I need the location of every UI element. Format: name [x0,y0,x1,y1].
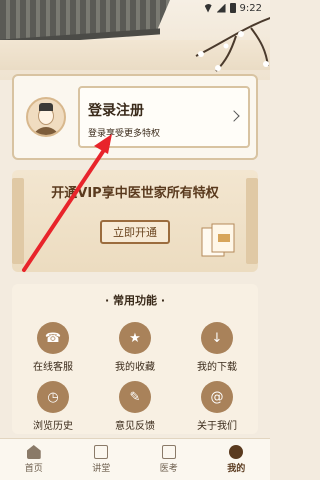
nav-label: 我的 [227,464,246,474]
function-label: 意见反馈 [115,421,155,432]
vip-open-button[interactable]: 立即开通 [100,220,170,244]
status-time: 9:22 [239,2,262,14]
chevron-right-icon [228,110,240,122]
signal-icon [216,3,226,13]
login-register-button[interactable]: 登录注册 登录享受更多特权 [78,86,250,148]
plum-branch-icon [195,17,270,72]
exam-icon [161,445,176,459]
home-icon [26,445,41,459]
bottom-nav: 首页 讲堂 医考 我的 [0,438,270,480]
function-online-service[interactable]: ☎ 在线客服 [12,322,94,373]
download-icon: ↓ [201,322,233,354]
common-functions-card: · 常用功能 · ☎ 在线客服 ★ 我的收藏 ↓ 我的下载 ◷ 浏览历史 ✎ 意… [12,284,258,434]
function-about-us[interactable]: @ 关于我们 [176,381,258,432]
function-label: 浏览历史 [33,421,73,432]
login-subtitle: 登录享受更多特权 [88,129,161,139]
nav-item-profile[interactable]: 我的 [227,445,245,474]
function-my-favorites[interactable]: ★ 我的收藏 [94,322,176,373]
profile-icon [229,445,244,459]
nav-label: 首页 [24,464,43,474]
function-label: 我的下载 [197,362,237,373]
status-bar: 9:22 [0,0,270,16]
vip-title: 开通VIP享中医世家所有特权 [51,186,219,201]
feedback-icon: ✎ [119,381,151,413]
nav-item-exam[interactable]: 医考 [160,445,178,474]
function-label: 我的收藏 [115,362,155,373]
vip-book-icon [201,223,235,257]
star-icon: ★ [119,322,151,354]
hall-icon [94,445,109,459]
function-label: 关于我们 [197,421,237,432]
function-feedback[interactable]: ✎ 意见反馈 [94,381,176,432]
login-card[interactable]: 登录注册 登录享受更多特权 [12,74,258,160]
function-history[interactable]: ◷ 浏览历史 [12,381,94,432]
avatar[interactable] [26,97,66,137]
info-icon: @ [201,381,233,413]
clock-icon: ◷ [37,381,69,413]
login-title: 登录注册 [88,103,144,119]
avatar-hat [39,103,53,111]
vip-banner[interactable]: 开通VIP享中医世家所有特权 立即开通 [12,170,258,272]
common-functions-title: · 常用功能 · [104,294,166,307]
headset-icon: ☎ [37,322,69,354]
battery-icon [229,3,236,13]
nav-label: 医考 [159,464,178,474]
nav-item-hall[interactable]: 讲堂 [92,445,110,474]
function-my-downloads[interactable]: ↓ 我的下载 [176,322,258,373]
avatar-body [32,127,60,135]
functions-grid: ☎ 在线客服 ★ 我的收藏 ↓ 我的下载 ◷ 浏览历史 ✎ 意见反馈 @ 关于我… [12,322,258,432]
nav-label: 讲堂 [92,464,111,474]
nav-item-home[interactable]: 首页 [25,445,43,474]
function-label: 在线客服 [33,362,73,373]
wifi-icon [203,3,213,13]
